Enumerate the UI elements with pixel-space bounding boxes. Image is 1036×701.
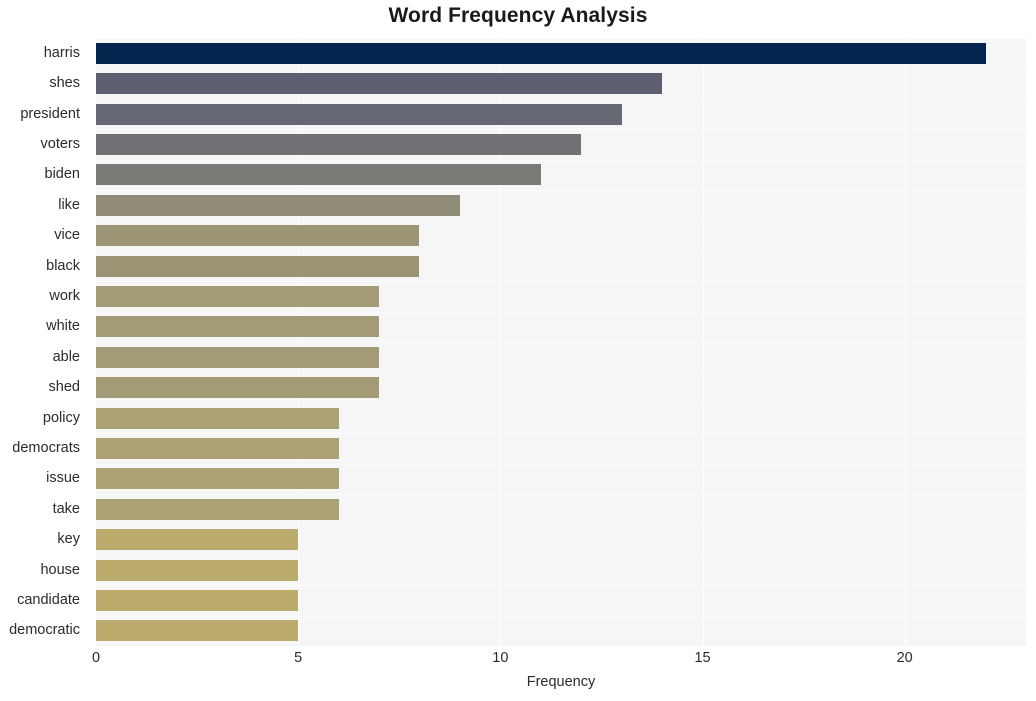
horizontal-gridline xyxy=(96,433,1026,434)
y-axis-tick-label: able xyxy=(52,348,80,365)
bar[interactable] xyxy=(96,164,541,186)
x-axis-tick-labels: 0 5 10 15 20 xyxy=(0,650,1036,672)
x-axis-tick-label: 0 xyxy=(91,650,101,666)
bar[interactable] xyxy=(96,42,986,64)
y-axis-tick-label: policy xyxy=(42,409,80,426)
y-axis-tick-label: issue xyxy=(46,470,80,487)
horizontal-gridline xyxy=(96,68,1026,69)
bar[interactable] xyxy=(96,316,380,338)
horizontal-gridline xyxy=(96,555,1026,556)
plot-area xyxy=(96,38,1026,647)
chart-figure: Word Frequency Analysis harris shes presid… xyxy=(0,0,1036,701)
x-axis-tick-label: 20 xyxy=(896,650,913,666)
bar[interactable] xyxy=(96,559,299,581)
horizontal-gridline xyxy=(96,99,1026,100)
y-axis-tick-label: black xyxy=(46,257,80,274)
y-axis-tick-labels: harris shes president voters biden like vice bl… xyxy=(0,38,88,646)
y-axis-tick-label: voters xyxy=(40,135,81,152)
horizontal-gridline xyxy=(96,403,1026,404)
bar[interactable] xyxy=(96,225,420,247)
bar[interactable] xyxy=(96,255,420,277)
y-axis-tick-label: biden xyxy=(44,166,80,183)
y-axis-tick-label: key xyxy=(57,531,80,548)
bar[interactable] xyxy=(96,346,380,368)
y-axis-tick-label: work xyxy=(49,287,80,304)
page-title: Word Frequency Analysis xyxy=(388,4,648,27)
horizontal-gridline xyxy=(96,251,1026,252)
bar[interactable] xyxy=(96,407,339,429)
bar[interactable] xyxy=(96,620,299,642)
horizontal-gridline xyxy=(96,585,1026,586)
horizontal-gridline xyxy=(96,524,1026,525)
horizontal-gridline xyxy=(96,646,1026,647)
y-axis-tick-label: take xyxy=(52,500,80,517)
horizontal-gridline xyxy=(96,190,1026,191)
bar[interactable] xyxy=(96,589,299,611)
x-axis-tick-label: 5 xyxy=(294,650,303,666)
bar[interactable] xyxy=(96,103,622,125)
horizontal-gridline xyxy=(96,342,1026,343)
y-axis-tick-label: like xyxy=(58,196,80,213)
bar[interactable] xyxy=(96,437,339,459)
y-axis-tick-label: shed xyxy=(48,379,80,396)
y-axis-tick-label: vice xyxy=(54,227,80,244)
horizontal-gridline xyxy=(96,312,1026,313)
horizontal-gridline xyxy=(96,494,1026,495)
horizontal-gridline xyxy=(96,220,1026,221)
bar[interactable] xyxy=(96,498,339,520)
bar[interactable] xyxy=(96,285,380,307)
y-axis-tick-label: harris xyxy=(43,44,80,61)
bar[interactable] xyxy=(96,73,663,95)
bar[interactable] xyxy=(96,194,460,216)
horizontal-gridline xyxy=(96,281,1026,282)
y-axis-tick-label: white xyxy=(46,318,80,335)
bar[interactable] xyxy=(96,377,380,399)
x-axis-title: Frequency xyxy=(526,674,596,690)
x-axis-tick-label: 10 xyxy=(492,650,509,666)
y-axis-tick-label: president xyxy=(20,105,80,122)
y-axis-tick-label: shes xyxy=(49,75,80,92)
bar[interactable] xyxy=(96,133,582,155)
y-axis-tick-label: democratic xyxy=(9,622,80,639)
horizontal-gridline xyxy=(96,38,1026,39)
horizontal-gridline xyxy=(96,372,1026,373)
y-axis-tick-label: candidate xyxy=(17,591,80,608)
horizontal-gridline xyxy=(96,160,1026,161)
bar[interactable] xyxy=(96,529,299,551)
horizontal-gridline xyxy=(96,616,1026,617)
horizontal-gridline xyxy=(96,464,1026,465)
x-axis-tick-label: 15 xyxy=(694,650,711,666)
y-axis-tick-label: democrats xyxy=(12,439,80,456)
y-axis-tick-label: house xyxy=(40,561,80,578)
bar[interactable] xyxy=(96,468,339,490)
horizontal-gridline xyxy=(96,129,1026,130)
